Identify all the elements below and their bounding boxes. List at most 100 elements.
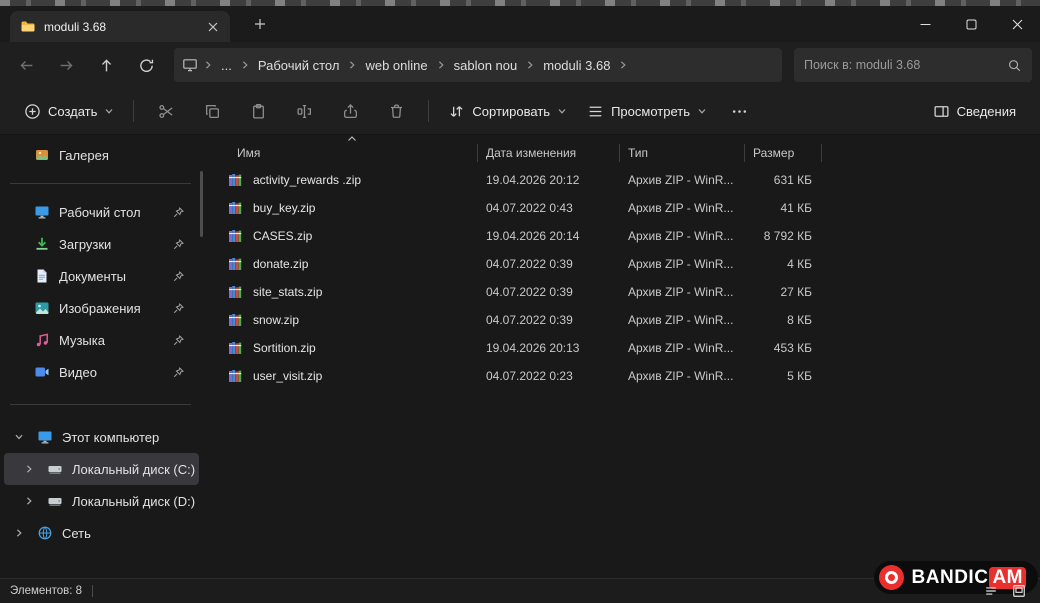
zip-archive-icon <box>227 256 243 272</box>
sidebar-item-music[interactable]: Музыка <box>4 324 199 356</box>
up-button[interactable] <box>86 48 126 82</box>
column-header-name[interactable]: Имя <box>205 144 478 162</box>
tab-close-button[interactable] <box>202 16 224 38</box>
sidebar-item-desktop[interactable]: Рабочий стол <box>4 196 199 228</box>
file-size: 8 КБ <box>745 313 822 327</box>
file-name: Sortition.zip <box>253 341 316 355</box>
bandicam-brand-left: BANDIC <box>912 567 989 589</box>
plus-circle-icon <box>24 103 41 120</box>
refresh-button[interactable] <box>126 48 166 82</box>
copy-button[interactable] <box>192 94 232 128</box>
sidebar-item-label: Локальный диск (D:) <box>72 494 195 509</box>
file-name: site_stats.zip <box>253 285 322 299</box>
file-date: 04.07.2022 0:23 <box>478 369 620 383</box>
file-size: 8 792 КБ <box>745 229 822 243</box>
downloads-icon <box>34 236 50 252</box>
sidebar-item-label: Рабочий стол <box>59 205 141 220</box>
sort-button[interactable]: Сортировать <box>438 94 577 128</box>
delete-button[interactable] <box>376 94 416 128</box>
more-options-button[interactable] <box>720 94 760 128</box>
sidebar-item-videos[interactable]: Видео <box>4 356 199 388</box>
pin-icon <box>172 270 185 283</box>
sidebar-item-pictures[interactable]: Изображения <box>4 292 199 324</box>
file-type: Архив ZIP - WinR... <box>620 201 745 215</box>
details-view-toggle[interactable] <box>980 582 1002 600</box>
network-globe-icon <box>37 525 53 541</box>
bandicam-record-icon <box>879 565 904 590</box>
cut-button[interactable] <box>146 94 186 128</box>
breadcrumb-item-current[interactable]: moduli 3.68 <box>536 55 617 76</box>
file-row[interactable]: buy_key.zip 04.07.2022 0:43 Архив ZIP - … <box>205 194 1040 222</box>
file-type: Архив ZIP - WinR... <box>620 173 745 187</box>
close-window-button[interactable] <box>994 6 1040 42</box>
sidebar-item-downloads[interactable]: Загрузки <box>4 228 199 260</box>
toolbar-separator <box>428 100 429 122</box>
breadcrumb-item-web-online[interactable]: web online <box>358 55 434 76</box>
navigation-pane: Галерея Рабочий стол Загрузки <box>0 135 205 578</box>
file-type: Архив ZIP - WinR... <box>620 257 745 271</box>
sidebar-item-documents[interactable]: Документы <box>4 260 199 292</box>
sidebar-item-network[interactable]: Сеть <box>4 517 199 549</box>
sort-ascending-icon <box>347 135 357 143</box>
file-type: Архив ZIP - WinR... <box>620 341 745 355</box>
file-row[interactable]: user_visit.zip 04.07.2022 0:23 Архив ZIP… <box>205 362 1040 390</box>
breadcrumb-chevron-icon <box>524 60 536 70</box>
file-name: donate.zip <box>253 257 308 271</box>
breadcrumb-chevron-icon <box>239 60 251 70</box>
chevron-down-icon <box>697 106 707 116</box>
file-row[interactable]: Sortition.zip 19.04.2026 20:13 Архив ZIP… <box>205 334 1040 362</box>
drive-icon <box>47 493 63 509</box>
maximize-button[interactable] <box>948 6 994 42</box>
zip-archive-icon <box>227 284 243 300</box>
file-type: Архив ZIP - WinR... <box>620 229 745 243</box>
file-date: 04.07.2022 0:39 <box>478 285 620 299</box>
zip-archive-icon <box>227 312 243 328</box>
sidebar-item-this-pc[interactable]: Этот компьютер <box>4 421 199 453</box>
sidebar-item-drive-c[interactable]: Локальный диск (C:) <box>4 453 199 485</box>
chevron-right-icon[interactable] <box>20 464 38 474</box>
breadcrumb-item-desktop[interactable]: Рабочий стол <box>251 55 347 76</box>
create-new-button[interactable]: Создать <box>14 94 124 128</box>
file-row[interactable]: donate.zip 04.07.2022 0:39 Архив ZIP - W… <box>205 250 1040 278</box>
column-header-date[interactable]: Дата изменения <box>478 144 620 162</box>
details-pane-icon <box>933 103 950 120</box>
sort-icon <box>448 103 465 120</box>
file-row[interactable]: snow.zip 04.07.2022 0:39 Архив ZIP - Win… <box>205 306 1040 334</box>
chevron-right-icon[interactable] <box>10 528 28 538</box>
chevron-down-icon[interactable] <box>10 432 28 442</box>
file-row[interactable]: CASES.zip 19.04.2026 20:14 Архив ZIP - W… <box>205 222 1040 250</box>
breadcrumb-overflow[interactable]: ... <box>214 55 239 76</box>
details-pane-button[interactable]: Сведения <box>923 94 1026 128</box>
back-button[interactable] <box>6 48 46 82</box>
search-input[interactable] <box>804 58 1007 72</box>
rename-button[interactable] <box>284 94 324 128</box>
items-count: Элементов: 8 <box>10 585 82 597</box>
column-header-size[interactable]: Размер <box>745 144 822 162</box>
sidebar-item-label: Загрузки <box>59 237 111 252</box>
chevron-right-icon[interactable] <box>20 496 38 506</box>
chevron-down-icon <box>557 106 567 116</box>
sidebar-scrollbar[interactable] <box>200 171 203 237</box>
thumbnails-view-toggle[interactable] <box>1008 582 1030 600</box>
view-button[interactable]: Просмотреть <box>577 94 717 128</box>
status-divider <box>92 585 93 597</box>
minimize-button[interactable] <box>902 6 948 42</box>
file-size: 4 КБ <box>745 257 822 271</box>
explorer-tab[interactable]: moduli 3.68 <box>10 11 230 42</box>
breadcrumb: ... Рабочий стол web online sablon nou m… <box>174 48 782 82</box>
paste-button[interactable] <box>238 94 278 128</box>
column-header-type[interactable]: Тип <box>620 144 745 162</box>
drive-icon <box>47 461 63 477</box>
sidebar-item-gallery[interactable]: Галерея <box>4 139 199 171</box>
file-row[interactable]: site_stats.zip 04.07.2022 0:39 Архив ZIP… <box>205 278 1040 306</box>
sidebar-item-drive-d[interactable]: Локальный диск (D:) <box>4 485 199 517</box>
share-button[interactable] <box>330 94 370 128</box>
command-toolbar: Создать Сортировать <box>0 88 1040 135</box>
view-list-icon <box>587 103 604 120</box>
file-row[interactable]: activity_rewards .zip 19.04.2026 20:12 А… <box>205 166 1040 194</box>
sidebar-item-label: Этот компьютер <box>62 430 159 445</box>
new-tab-button[interactable] <box>246 10 274 38</box>
breadcrumb-item-sablon-nou[interactable]: sablon nou <box>447 55 525 76</box>
tab-title: moduli 3.68 <box>44 20 194 34</box>
forward-button[interactable] <box>46 48 86 82</box>
